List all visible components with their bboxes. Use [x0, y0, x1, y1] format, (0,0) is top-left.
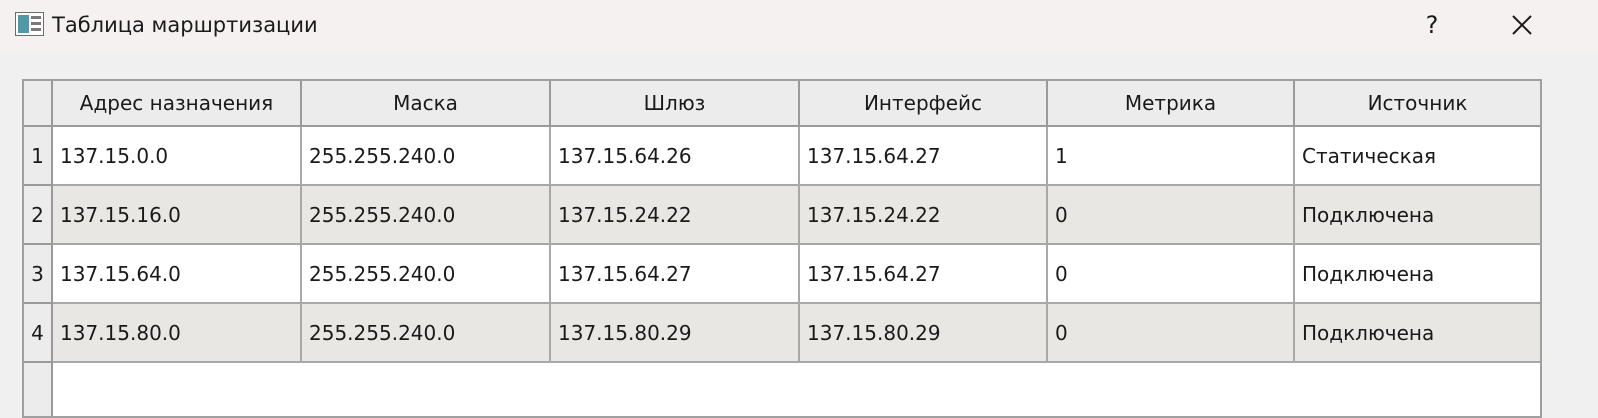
column-header-source[interactable]: Источник [1295, 81, 1540, 125]
table-row[interactable]: 2 137.15.16.0 255.255.240.0 137.15.24.22… [24, 186, 1540, 245]
cell-gateway[interactable]: 137.15.64.26 [551, 127, 800, 186]
row-number[interactable]: 2 [24, 186, 53, 245]
cell-gateway[interactable]: 137.15.80.29 [551, 304, 800, 363]
cell-mask[interactable]: 255.255.240.0 [302, 245, 551, 304]
cell-gateway[interactable]: 137.15.64.27 [551, 245, 800, 304]
cell-interface[interactable]: 137.15.64.27 [800, 127, 1048, 186]
close-button[interactable] [1500, 5, 1544, 45]
cell-interface[interactable]: 137.15.24.22 [800, 186, 1048, 245]
table-corner[interactable] [24, 81, 53, 127]
row-number[interactable]: 1 [24, 127, 53, 186]
cell-source[interactable]: Подключена [1295, 186, 1540, 245]
cell-destination[interactable]: 137.15.64.0 [53, 245, 302, 304]
column-header-mask[interactable]: Маска [302, 81, 551, 125]
window-title: Таблица маршртизации [52, 13, 318, 37]
close-icon [1512, 15, 1532, 35]
column-header-destination[interactable]: Адрес назначения [53, 81, 302, 125]
row-header-empty-area [24, 363, 53, 416]
table-body: 1 137.15.0.0 255.255.240.0 137.15.64.26 … [24, 127, 1540, 363]
table-app-icon [15, 12, 44, 36]
cell-interface[interactable]: 137.15.80.29 [800, 304, 1048, 363]
table-row[interactable]: 3 137.15.64.0 255.255.240.0 137.15.64.27… [24, 245, 1540, 304]
table-row[interactable]: 1 137.15.0.0 255.255.240.0 137.15.64.26 … [24, 127, 1540, 186]
cell-destination[interactable]: 137.15.0.0 [53, 127, 302, 186]
table-header: Адрес назначения Маска Шлюз Интерфейс Ме… [53, 81, 1540, 127]
cell-metric[interactable]: 0 [1048, 304, 1295, 363]
row-number[interactable]: 3 [24, 245, 53, 304]
cell-destination[interactable]: 137.15.16.0 [53, 186, 302, 245]
cell-source[interactable]: Подключена [1295, 304, 1540, 363]
help-button[interactable]: ? [1410, 5, 1454, 45]
cell-metric[interactable]: 1 [1048, 127, 1295, 186]
cell-source[interactable]: Подключена [1295, 245, 1540, 304]
cell-mask[interactable]: 255.255.240.0 [302, 304, 551, 363]
row-number[interactable]: 4 [24, 304, 53, 363]
title-bar: Таблица маршртизации ? [0, 0, 1598, 52]
cell-mask[interactable]: 255.255.240.0 [302, 127, 551, 186]
routing-table[interactable]: Адрес назначения Маска Шлюз Интерфейс Ме… [22, 79, 1542, 418]
column-header-metric[interactable]: Метрика [1048, 81, 1295, 125]
column-header-gateway[interactable]: Шлюз [551, 81, 800, 125]
cell-metric[interactable]: 0 [1048, 245, 1295, 304]
cell-mask[interactable]: 255.255.240.0 [302, 186, 551, 245]
cell-destination[interactable]: 137.15.80.0 [53, 304, 302, 363]
column-header-interface[interactable]: Интерфейс [800, 81, 1048, 125]
cell-source[interactable]: Статическая [1295, 127, 1540, 186]
cell-gateway[interactable]: 137.15.24.22 [551, 186, 800, 245]
table-row[interactable]: 4 137.15.80.0 255.255.240.0 137.15.80.29… [24, 304, 1540, 363]
cell-interface[interactable]: 137.15.64.27 [800, 245, 1048, 304]
cell-metric[interactable]: 0 [1048, 186, 1295, 245]
